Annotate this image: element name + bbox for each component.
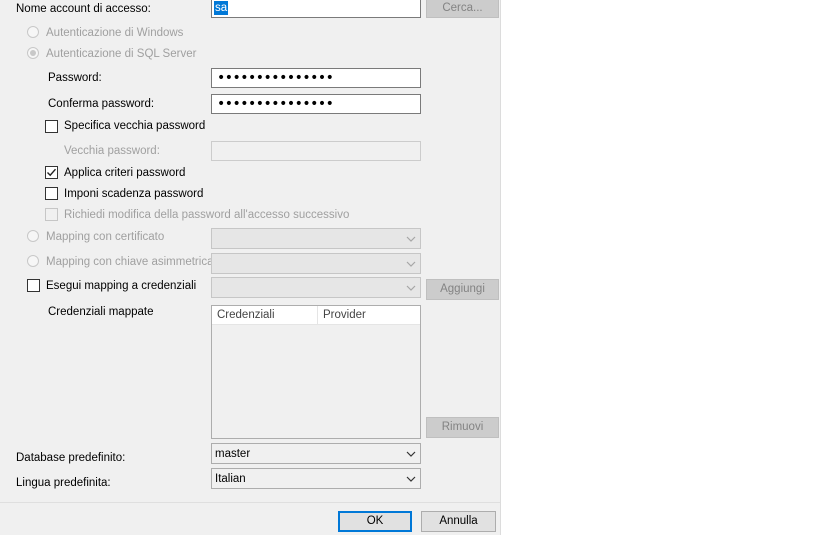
asymmetric-key-radio[interactable] bbox=[27, 255, 39, 267]
ok-button[interactable]: OK bbox=[338, 511, 412, 532]
chevron-down-icon bbox=[406, 476, 416, 482]
specify-old-password-checkbox[interactable] bbox=[45, 120, 58, 133]
windows-auth-radio[interactable] bbox=[27, 26, 39, 38]
cancel-button[interactable]: Annulla bbox=[421, 511, 496, 532]
column-header-credential[interactable]: Credenziali bbox=[212, 306, 318, 325]
remove-credential-button[interactable]: Rimuovi bbox=[426, 417, 499, 438]
asymmetric-key-combo[interactable] bbox=[211, 253, 421, 274]
default-database-label: Database predefinito: bbox=[16, 452, 126, 464]
default-database-value: master bbox=[215, 448, 251, 460]
chevron-down-icon bbox=[406, 451, 416, 457]
default-language-combo[interactable]: Italian bbox=[211, 468, 421, 489]
windows-auth-label: Autenticazione di Windows bbox=[46, 27, 184, 39]
sql-auth-label: Autenticazione di SQL Server bbox=[46, 48, 197, 60]
footer-divider bbox=[0, 502, 500, 503]
map-credential-label: Esegui mapping a credenziali bbox=[46, 280, 197, 292]
credential-combo[interactable] bbox=[211, 277, 421, 298]
certificate-combo[interactable] bbox=[211, 228, 421, 249]
login-name-input[interactable]: sa bbox=[211, 0, 421, 18]
default-language-value: Italian bbox=[215, 473, 246, 485]
browse-button[interactable]: Cerca... bbox=[426, 0, 499, 18]
mapped-credentials-grid[interactable]: Credenziali Provider bbox=[211, 305, 421, 439]
login-properties-panel: Nome account di accesso: sa Cerca... Aut… bbox=[0, 0, 501, 535]
default-database-combo[interactable]: master bbox=[211, 443, 421, 464]
default-language-label: Lingua predefinita: bbox=[16, 477, 111, 489]
password-label: Password: bbox=[48, 72, 102, 84]
must-change-label: Richiedi modifica della password all'acc… bbox=[64, 209, 350, 221]
login-name-value: sa bbox=[214, 1, 229, 15]
chevron-down-icon bbox=[406, 261, 416, 267]
mapped-credentials-label: Credenziali mappate bbox=[48, 306, 154, 318]
chevron-down-icon bbox=[406, 285, 416, 291]
column-header-provider[interactable]: Provider bbox=[318, 306, 420, 325]
checkmark-icon bbox=[47, 168, 57, 177]
enforce-policy-checkbox[interactable] bbox=[45, 166, 58, 179]
certificate-mapping-label: Mapping con certificato bbox=[46, 231, 165, 243]
add-credential-button[interactable]: Aggiungi bbox=[426, 279, 499, 300]
password-input[interactable]: ••••••••••••••• bbox=[211, 68, 421, 88]
specify-old-password-label: Specifica vecchia password bbox=[64, 120, 206, 132]
certificate-mapping-radio[interactable] bbox=[27, 230, 39, 242]
map-credential-checkbox[interactable] bbox=[27, 279, 40, 292]
confirm-password-label: Conferma password: bbox=[48, 98, 155, 110]
old-password-label: Vecchia password: bbox=[64, 145, 160, 157]
login-name-label: Nome account di accesso: bbox=[16, 3, 151, 15]
sql-auth-radio[interactable] bbox=[27, 47, 39, 59]
password-value: ••••••••••••••• bbox=[217, 70, 334, 86]
must-change-checkbox[interactable] bbox=[45, 208, 58, 221]
asymmetric-key-label: Mapping con chiave asimmetrica bbox=[46, 256, 214, 268]
confirm-password-value: ••••••••••••••• bbox=[217, 96, 334, 112]
enforce-expiration-label: Imponi scadenza password bbox=[64, 188, 204, 200]
enforce-expiration-checkbox[interactable] bbox=[45, 187, 58, 200]
old-password-input[interactable] bbox=[211, 141, 421, 161]
confirm-password-input[interactable]: ••••••••••••••• bbox=[211, 94, 421, 114]
chevron-down-icon bbox=[406, 236, 416, 242]
enforce-policy-label: Applica criteri password bbox=[64, 167, 186, 179]
